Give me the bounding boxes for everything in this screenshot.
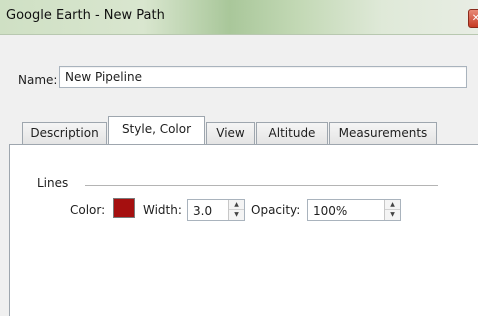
tab-measurements[interactable]: Measurements — [329, 122, 437, 144]
width-value: 3.0 — [193, 204, 213, 218]
width-label: Width: — [143, 203, 182, 217]
color-swatch[interactable] — [113, 198, 135, 218]
window-title: Google Earth - New Path — [6, 8, 165, 23]
opacity-label: Opacity: — [251, 203, 301, 217]
spin-up-icon[interactable]: ▲ — [385, 200, 400, 210]
name-input[interactable] — [59, 66, 467, 88]
tab-description[interactable]: Description — [22, 122, 107, 144]
tab-style-color[interactable]: Style, Color — [108, 116, 205, 144]
opacity-stepper[interactable]: 100% ▲ ▼ — [307, 199, 401, 221]
tab-altitude[interactable]: Altitude — [256, 122, 328, 144]
lines-divider — [85, 185, 438, 186]
tab-panel-style-color — [9, 144, 478, 316]
color-label: Color: — [70, 203, 106, 217]
width-stepper[interactable]: 3.0 ▲ ▼ — [187, 199, 245, 221]
spin-down-icon[interactable]: ▼ — [229, 210, 244, 220]
opacity-spin-buttons: ▲ ▼ — [384, 200, 400, 220]
close-icon[interactable]: ✕ — [468, 9, 478, 28]
name-label: Name: — [18, 73, 58, 87]
spin-down-icon[interactable]: ▼ — [385, 210, 400, 220]
opacity-value: 100% — [313, 204, 348, 218]
width-spin-buttons: ▲ ▼ — [228, 200, 244, 220]
tab-view[interactable]: View — [206, 122, 255, 144]
spin-up-icon[interactable]: ▲ — [229, 200, 244, 210]
lines-heading: Lines — [37, 176, 69, 190]
title-bar: Google Earth - New Path ✕ — [0, 0, 478, 35]
